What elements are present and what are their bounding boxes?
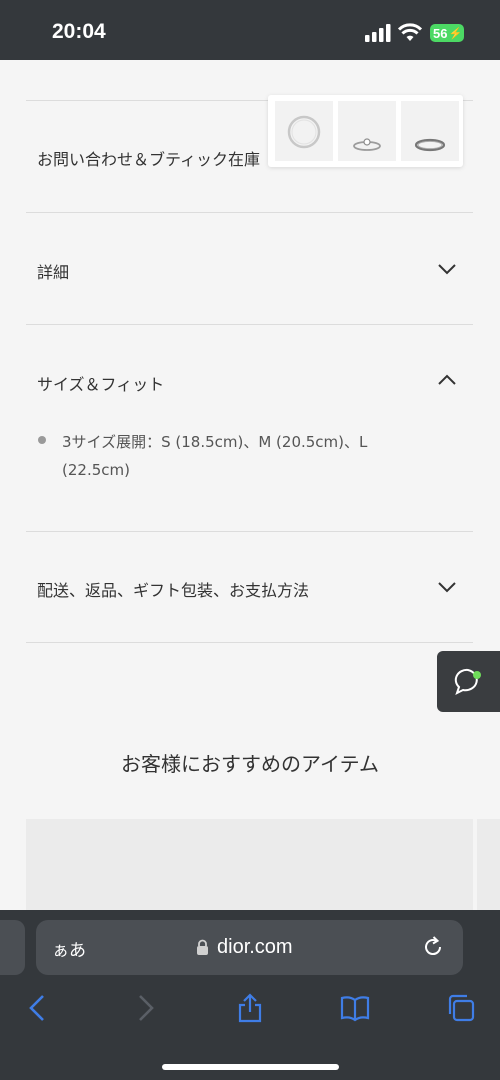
details-accordion-header[interactable]: 詳細	[37, 259, 69, 283]
reader-options-button[interactable]: ぁあ	[52, 936, 86, 961]
online-indicator	[473, 671, 481, 679]
ring-band-thumbnail[interactable]	[401, 101, 459, 161]
divider	[26, 324, 473, 325]
bracelet-thumbnail[interactable]	[275, 101, 333, 161]
share-icon[interactable]	[235, 993, 265, 1023]
divider	[26, 531, 473, 532]
browser-toolbar: ぁあ dior.com	[0, 910, 500, 1080]
tabs-icon[interactable]	[446, 993, 476, 1023]
chat-bubble-icon	[454, 668, 478, 695]
chevron-down-icon[interactable]	[437, 581, 457, 593]
url-text: dior.com	[217, 936, 293, 958]
home-indicator	[162, 1064, 339, 1070]
wifi-icon	[398, 23, 422, 41]
cellular-signal-icon	[365, 24, 391, 42]
shipping-accordion-header[interactable]: 配送、返品、ギフト包装、お支払方法	[37, 577, 309, 601]
forward-icon[interactable]	[130, 993, 160, 1023]
status-bar: 20:04 56 ⚡	[0, 0, 500, 60]
address-bar[interactable]: ぁあ dior.com	[36, 920, 463, 975]
reload-icon[interactable]	[422, 936, 444, 958]
thumbnail-panel	[268, 95, 463, 167]
previous-tab[interactable]	[0, 920, 25, 975]
bookmarks-icon[interactable]	[340, 993, 370, 1023]
battery-icon: 56 ⚡	[430, 24, 464, 42]
back-icon[interactable]	[23, 993, 53, 1023]
size-info-text: 3サイズ展開：S (18.5cm)、M (20.5cm)、L (22.5cm)	[62, 433, 368, 479]
bracelet-icon	[287, 115, 321, 149]
divider	[26, 642, 473, 643]
size-fit-accordion-header[interactable]: サイズ＆フィット	[37, 371, 164, 395]
bullet	[38, 436, 46, 444]
charging-bolt-icon: ⚡	[448, 27, 463, 40]
divider	[26, 212, 473, 213]
chat-button[interactable]	[437, 651, 500, 712]
status-time: 20:04	[52, 20, 106, 43]
chevron-up-icon[interactable]	[437, 374, 457, 386]
band-ring-icon	[414, 138, 446, 152]
recommendation-card-next[interactable]	[477, 819, 500, 919]
url-display[interactable]: dior.com	[196, 936, 293, 959]
recommendation-card[interactable]	[26, 819, 473, 919]
ring-solitaire-thumbnail[interactable]	[338, 101, 396, 161]
lock-icon	[197, 939, 208, 955]
chevron-down-icon[interactable]	[437, 263, 457, 275]
ring-icon	[353, 138, 381, 151]
recommendations-title: お客様におすすめのアイテム	[121, 752, 379, 776]
battery-level: 56	[433, 25, 448, 41]
contact-boutique-link[interactable]: お問い合わせ＆ブティック在庫	[37, 146, 260, 170]
